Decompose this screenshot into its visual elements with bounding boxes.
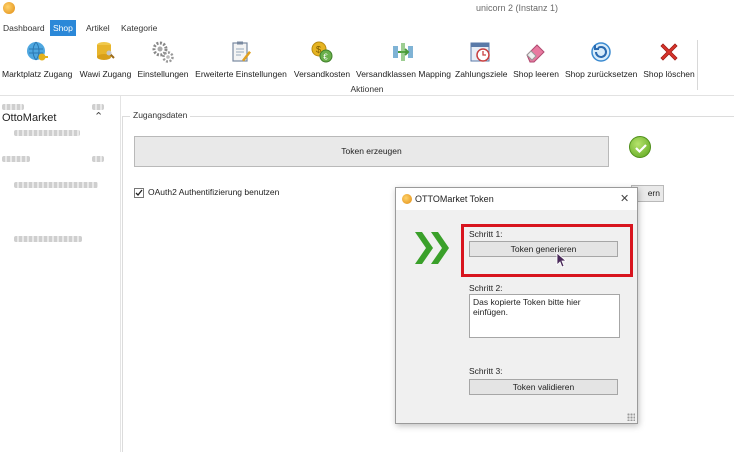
einstellungen-button[interactable]: Einstellungen <box>137 40 189 82</box>
highlight-box <box>461 224 633 277</box>
zahlungsziele-button[interactable]: Zahlungsziele <box>455 40 507 82</box>
globe-key-icon <box>27 41 48 61</box>
window-titlebar: unicorn 2 (Instanz 1) <box>0 0 734 18</box>
wawi-zugang-label: Wawi Zugang <box>79 69 132 79</box>
mapping-icon <box>393 43 413 61</box>
dialog-app-icon <box>402 194 412 204</box>
success-check-icon <box>629 136 651 158</box>
gears-icon <box>152 41 174 63</box>
zahlungsziele-label: Zahlungsziele <box>455 69 508 79</box>
token-input[interactable]: Das kopierte Token bitte hier einfügen. <box>469 294 620 338</box>
coins-icon: $ € <box>311 41 333 63</box>
shop-loeschen-button[interactable]: Shop löschen <box>643 40 695 82</box>
versandklassen-mapping-label: Versandklassen Mapping <box>356 69 451 79</box>
marktplatz-zugang-label: Marktplatz Zugang <box>2 69 73 79</box>
clipboard-edit-icon <box>232 41 251 62</box>
calendar-clock-icon <box>470 42 490 62</box>
shop-leeren-button[interactable]: Shop leeren <box>512 40 560 82</box>
tab-shop[interactable]: Shop <box>50 20 76 36</box>
window-title: unicorn 2 (Instanz 1) <box>475 3 559 13</box>
ribbon: Marktplatz Zugang Wawi Zugang Einstellun… <box>0 36 734 96</box>
shop-leeren-label: Shop leeren <box>513 69 559 79</box>
reset-icon <box>591 42 611 62</box>
shop-zuruecksetzen-label: Shop zurücksetzen <box>565 69 638 79</box>
sidebar-section-ottomarket[interactable]: OttoMarket <box>2 112 56 124</box>
dialog-titlebar: OTTOMarket Token ✕ <box>396 188 637 210</box>
svg-text:€: € <box>323 53 328 62</box>
eraser-icon <box>526 44 545 63</box>
database-key-icon <box>97 42 115 60</box>
erweiterte-einstellungen-label: Erweiterte Einstellungen <box>195 69 287 79</box>
delete-x-icon <box>660 43 678 61</box>
versandklassen-mapping-button[interactable]: Versandklassen Mapping <box>356 40 451 82</box>
close-icon[interactable]: ✕ <box>620 192 629 205</box>
shop-loeschen-label: Shop löschen <box>643 69 695 79</box>
mouse-cursor-icon <box>556 252 568 268</box>
sidebar-blurred-item[interactable] <box>14 130 80 136</box>
wawi-zugang-button[interactable]: Wawi Zugang <box>78 40 133 82</box>
step3-label: Schritt 3: <box>469 366 503 376</box>
versandkosten-label: Versandkosten <box>293 69 351 79</box>
sidebar <box>0 96 121 452</box>
ribbon-separator <box>697 40 698 90</box>
resize-grip-icon[interactable] <box>627 413 635 421</box>
tab-artikel[interactable]: Artikel <box>83 20 113 36</box>
ribbon-group-label: Aktionen <box>350 84 384 94</box>
double-chevron-right-icon <box>415 232 449 264</box>
chevron-up-icon[interactable]: ⌃ <box>94 110 103 123</box>
token-erzeugen-button[interactable]: Token erzeugen <box>134 136 609 167</box>
marktplatz-zugang-button[interactable]: Marktplatz Zugang <box>2 40 72 82</box>
ribbon-tabs: Dashboard Shop Artikel Kategorie <box>0 20 734 36</box>
einstellungen-label: Einstellungen <box>137 69 189 79</box>
ottomarket-token-dialog: OTTOMarket Token ✕ Schritt 1: Token gene… <box>395 187 638 424</box>
tab-kategorie[interactable]: Kategorie <box>118 20 160 36</box>
shop-zuruecksetzen-button[interactable]: Shop zurücksetzen <box>565 40 637 82</box>
oauth-checkbox[interactable] <box>134 188 144 198</box>
step2-label: Schritt 2: <box>469 283 503 293</box>
dialog-title: OTTOMarket Token <box>415 194 494 204</box>
sidebar-blurred-item[interactable] <box>14 182 98 188</box>
versandkosten-button[interactable]: $ € Versandkosten <box>293 40 351 82</box>
token-validieren-button[interactable]: Token validieren <box>469 379 618 395</box>
sidebar-blurred-item <box>2 156 30 162</box>
sidebar-blurred-item <box>92 156 104 162</box>
tab-dashboard[interactable]: Dashboard <box>0 20 48 36</box>
sidebar-blurred-item <box>2 104 24 110</box>
zugangsdaten-title: Zugangsdaten <box>130 110 191 120</box>
sidebar-blurred-item[interactable] <box>14 236 82 242</box>
oauth-checkbox-label: OAuth2 Authentifizierung benutzen <box>148 187 280 197</box>
erweiterte-einstellungen-button[interactable]: Erweiterte Einstellungen <box>195 40 287 82</box>
